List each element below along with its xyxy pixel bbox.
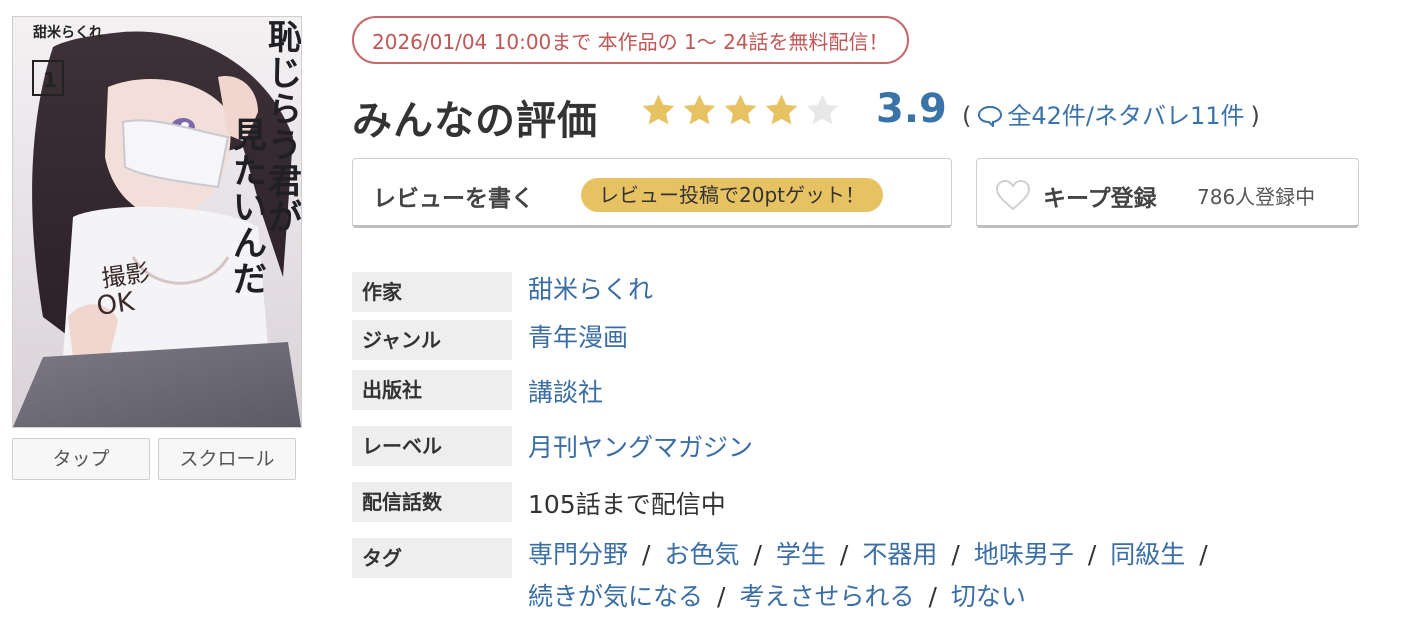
tags-label: タグ <box>352 538 512 578</box>
review-counts-text: 全42件/ネタバレ11件 <box>1007 102 1245 130</box>
star-icon <box>724 94 757 125</box>
imprint-link[interactable]: 月刊ヤングマガジン <box>528 428 753 464</box>
book-cover[interactable]: 恥 じ ら う 君 が 見 た い ん だ 甜米らくれ 1 撮影 OK <box>12 16 302 428</box>
write-review-label: レビューを書く <box>373 186 534 212</box>
close-paren: ) <box>1250 102 1260 130</box>
genre-label: ジャンル <box>352 320 512 360</box>
tag-separator: / <box>642 540 651 569</box>
svg-text:1: 1 <box>43 68 57 92</box>
keep-count: 786人登録中 <box>1197 185 1316 209</box>
rating-heading: みんなの評価 <box>352 98 598 144</box>
svg-text:見 た い ん: 見 た い ん だ <box>233 116 279 300</box>
svg-text:OK: OK <box>95 287 137 322</box>
tag-list: 専門分野 / お色気 / 学生 / 不器用 / 地味男子 / 同級生 / 続きが気になる / 考えさせられる… <box>528 534 1318 618</box>
tag-separator: / <box>951 540 960 569</box>
star-empty-icon <box>807 94 839 125</box>
star-icon <box>642 94 675 125</box>
publisher-link[interactable]: 講談社 <box>528 373 603 409</box>
heart-icon <box>995 179 1031 211</box>
tag-link[interactable]: 専門分野 <box>528 540 628 569</box>
tag-link[interactable]: 学生 <box>776 540 826 569</box>
tag-link[interactable]: 続きが気になる <box>528 582 703 611</box>
tag-link[interactable]: 同級生 <box>1110 540 1185 569</box>
imprint-label: レーベル <box>352 426 512 466</box>
tag-link[interactable]: 不器用 <box>862 540 937 569</box>
free-campaign-badge: 2026/01/04 10:00まで 本作品の 1〜 24話を無料配信！ <box>352 16 909 64</box>
review-promo-badge: レビュー投稿で20ptゲット！ <box>581 178 883 212</box>
tag-separator: / <box>753 540 762 569</box>
keep-label: キープ登録 <box>1043 186 1157 212</box>
tag-link[interactable]: 切ない <box>951 582 1026 611</box>
tag-separator: / <box>1199 540 1208 569</box>
tag-separator: / <box>928 582 937 611</box>
keep-button[interactable]: キープ登録 786人登録中 <box>976 158 1359 228</box>
svg-text:甜米らくれ: 甜米らくれ <box>33 24 103 41</box>
rating-stars <box>640 92 840 132</box>
tag-separator: / <box>717 582 726 611</box>
tag-link[interactable]: 考えさせられる <box>739 582 914 611</box>
episodes-value: 105話まで配信中 <box>528 490 726 519</box>
author-link[interactable]: 甜米らくれ <box>528 270 653 306</box>
write-review-button[interactable]: レビューを書く レビュー投稿で20ptゲット！ <box>352 158 952 228</box>
author-label: 作家 <box>352 272 512 312</box>
publisher-label: 出版社 <box>352 370 512 410</box>
tag-separator: / <box>1087 540 1097 569</box>
scroll-mode-button[interactable]: スクロール <box>158 438 296 480</box>
star-icon <box>766 94 798 125</box>
review-count-link[interactable]: ( 全42件/ネタバレ11件) <box>956 96 1266 131</box>
tap-mode-button[interactable]: タップ <box>12 438 150 480</box>
genre-link[interactable]: 青年漫画 <box>528 318 628 354</box>
episodes-label: 配信話数 <box>352 482 512 522</box>
tag-link[interactable]: 地味男子 <box>974 540 1074 569</box>
tag-link[interactable]: お色気 <box>664 540 739 569</box>
star-icon <box>683 94 716 125</box>
tag-separator: / <box>839 540 849 569</box>
comment-bubble-icon <box>978 105 1003 129</box>
open-paren: ( <box>962 102 972 130</box>
rating-score: 3.9 <box>876 86 947 132</box>
viewer-mode-buttons: タップ スクロール <box>12 438 304 480</box>
